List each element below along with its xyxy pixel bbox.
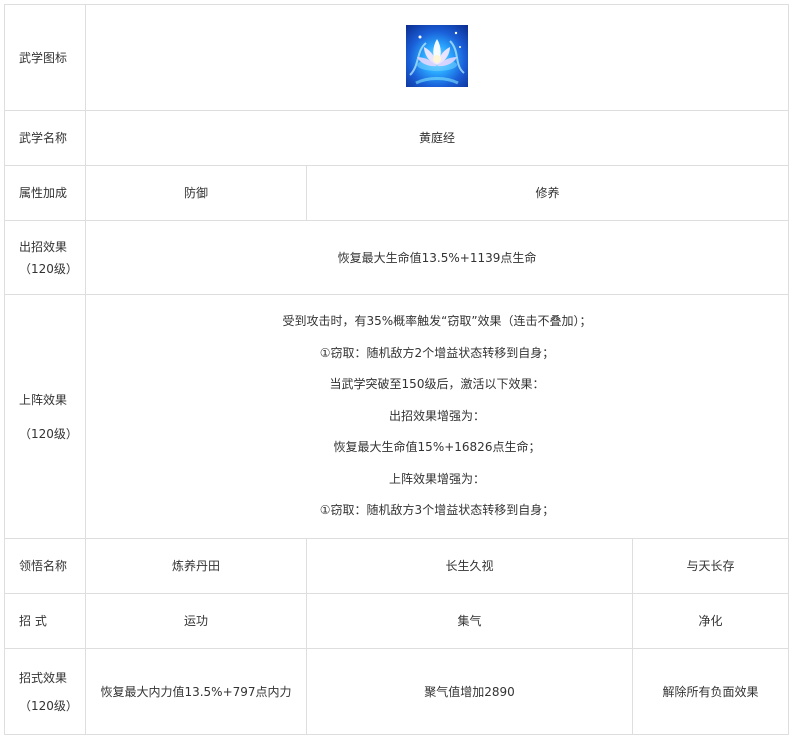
deploy-effect-line: 出招效果增强为： (388, 408, 485, 423)
moves-row-label: 招 式 (4, 593, 86, 649)
attribute-defense: 防御 (85, 165, 307, 221)
move-effect-row: 出招效果 （120级） 恢复最大生命值13.5%+1139点生命 (4, 220, 789, 295)
move-fx-2: 聚气值增加2890 (306, 648, 633, 735)
insight-2: 长生久视 (306, 538, 633, 594)
martial-art-info-table: 武学图标 武学名称 黄庭经 属性加成 防御 修养 出招效果 （120级） 恢复最… (4, 4, 789, 735)
deploy-effect-row: 上阵效果 （120级） 受到攻击时，有35%概率触发“窃取”效果（连击不叠加）；… (4, 294, 789, 539)
insight-row: 领悟名称 炼养丹田 长生久视 与天长存 (4, 538, 789, 594)
deploy-effect-line: ①窃取：随机敌方3个增益状态转移到自身； (319, 503, 555, 518)
move-2: 集气 (306, 593, 633, 649)
deploy-effect-line: ①窃取：随机敌方2个增益状态转移到自身； (319, 345, 555, 360)
move-effect-label-line-2: （120级） (19, 261, 78, 276)
move-effect-label-line-1: 出招效果 (19, 239, 68, 254)
move-effect-value: 恢复最大生命值13.5%+1139点生命 (85, 220, 789, 295)
deploy-effect-line: 恢复最大生命值15%+16826点生命； (333, 440, 541, 455)
name-row: 武学名称 黄庭经 (4, 110, 789, 166)
name-row-label: 武学名称 (4, 110, 86, 166)
attribute-cultivation: 修养 (306, 165, 789, 221)
moves-row: 招 式 运功 集气 净化 (4, 593, 789, 649)
move-1: 运功 (85, 593, 307, 649)
lotus-skill-icon (406, 24, 468, 87)
move-fx-label-line-2: （120级） (19, 698, 78, 713)
deploy-effect-line: 上阵效果增强为： (388, 471, 485, 486)
move-fx-label-line-1: 招式效果 (19, 670, 68, 685)
deploy-effect-label-line-1: 上阵效果 (19, 392, 68, 407)
deploy-effect-description: 受到攻击时，有35%概率触发“窃取”效果（连击不叠加）； ①窃取：随机敌方2个增… (85, 294, 789, 539)
move-fx-3: 解除所有负面效果 (632, 648, 789, 735)
icon-cell (85, 4, 789, 111)
move-fx-1: 恢复最大内力值13.5%+797点内力 (85, 648, 307, 735)
move-3: 净化 (632, 593, 789, 649)
move-fx-label: 招式效果 （120级） (4, 648, 86, 735)
icon-row-label: 武学图标 (4, 4, 86, 111)
deploy-effect-line: 当武学突破至150级后，激活以下效果： (329, 377, 545, 392)
move-fx-row: 招式效果 （120级） 恢复最大内力值13.5%+797点内力 聚气值增加289… (4, 648, 789, 735)
martial-art-name: 黄庭经 (85, 110, 789, 166)
deploy-effect-line: 受到攻击时，有35%概率触发“窃取”效果（连击不叠加）； (282, 314, 592, 329)
deploy-effect-label: 上阵效果 （120级） (4, 294, 86, 539)
attribute-row: 属性加成 防御 修养 (4, 165, 789, 221)
insight-1: 炼养丹田 (85, 538, 307, 594)
attribute-row-label: 属性加成 (4, 165, 86, 221)
deploy-effect-label-line-2: （120级） (19, 426, 78, 441)
insight-3: 与天长存 (632, 538, 789, 594)
icon-row: 武学图标 (4, 4, 789, 111)
insight-row-label: 领悟名称 (4, 538, 86, 594)
move-effect-label: 出招效果 （120级） (4, 220, 86, 295)
